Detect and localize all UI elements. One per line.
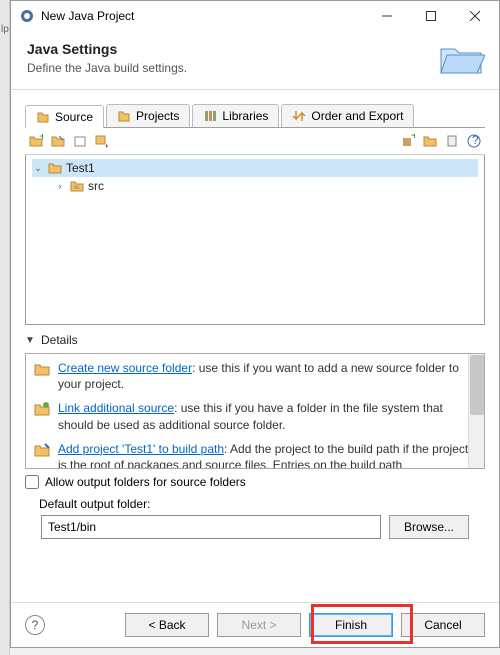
- tree-child-src[interactable]: › src: [54, 177, 478, 195]
- link-folder-button[interactable]: [49, 132, 67, 150]
- details-item: Create new source folder: use this if yo…: [34, 360, 476, 392]
- output-label: Default output folder:: [39, 497, 469, 511]
- project-icon: [48, 161, 62, 175]
- tab-order-export[interactable]: Order and Export: [281, 104, 414, 127]
- browse-button[interactable]: Browse...: [389, 515, 469, 539]
- details-toggle[interactable]: ▼ Details: [25, 333, 485, 347]
- cancel-button[interactable]: Cancel: [401, 613, 485, 637]
- tree-root[interactable]: ⌄ Test1: [32, 159, 478, 177]
- folder-plus-icon: [34, 361, 50, 377]
- minimize-button[interactable]: [365, 2, 409, 30]
- filter-button[interactable]: [443, 132, 461, 150]
- tab-source[interactable]: Source: [25, 105, 104, 128]
- tab-label: Libraries: [222, 109, 268, 123]
- add-to-buildpath-icon: [34, 442, 50, 458]
- tab-libraries[interactable]: Libraries: [192, 104, 279, 127]
- output-folder-input[interactable]: [41, 515, 381, 539]
- create-source-folder-link[interactable]: Create new source folder: [58, 361, 192, 375]
- page-title: Java Settings: [27, 41, 483, 57]
- help-button[interactable]: ?: [25, 615, 45, 635]
- tab-label: Order and Export: [311, 109, 403, 123]
- svg-text:?: ?: [472, 134, 479, 147]
- projects-icon: [117, 109, 131, 123]
- expander-icon[interactable]: ›: [54, 181, 66, 191]
- tab-label: Projects: [136, 109, 179, 123]
- libraries-icon: [203, 109, 217, 123]
- help-icon[interactable]: ?: [465, 132, 483, 150]
- close-button[interactable]: [453, 2, 497, 30]
- expander-icon[interactable]: ⌄: [32, 163, 44, 174]
- details-item: Add project 'Test1' to build path: Add t…: [34, 441, 476, 469]
- chevron-down-icon: ▼: [25, 335, 35, 346]
- source-icon: [36, 110, 50, 124]
- output-folder-button[interactable]: [421, 132, 439, 150]
- output-section: Default output folder: Browse...: [25, 497, 485, 539]
- details-section: ▼ Details Create new source folder: use …: [25, 333, 485, 469]
- add-to-buildpath-link[interactable]: Add project 'Test1' to build path: [58, 442, 224, 456]
- details-item: Link additional source: use this if you …: [34, 400, 476, 432]
- tab-projects[interactable]: Projects: [106, 104, 190, 127]
- tree-node-label: Test1: [66, 161, 95, 175]
- link-additional-source-link[interactable]: Link additional source: [58, 401, 174, 415]
- scroll-thumb[interactable]: [470, 355, 484, 415]
- tab-label: Source: [55, 110, 93, 124]
- folder-icon: [437, 37, 485, 80]
- order-icon: [292, 109, 306, 123]
- dialog-window: New Java Project Java Settings Define th…: [10, 0, 500, 648]
- edit-button[interactable]: [71, 132, 89, 150]
- page-subtitle: Define the Java build settings.: [27, 61, 483, 75]
- link-source-icon: [34, 401, 50, 417]
- back-button[interactable]: < Back: [125, 613, 209, 637]
- dropdown-button[interactable]: [93, 132, 111, 150]
- add-folder-button[interactable]: +: [27, 132, 45, 150]
- allow-output-checkbox[interactable]: [25, 475, 39, 489]
- source-toolbar: + + ?: [25, 128, 485, 155]
- details-title: Details: [41, 333, 78, 347]
- svg-text:+: +: [411, 134, 415, 142]
- maximize-button[interactable]: [409, 2, 453, 30]
- window-title: New Java Project: [41, 9, 365, 23]
- titlebar: New Java Project: [11, 1, 499, 31]
- allow-output-label: Allow output folders for source folders: [45, 475, 246, 489]
- scrollbar[interactable]: [468, 354, 484, 468]
- finish-button[interactable]: Finish: [309, 613, 393, 637]
- tab-bar: Source Projects Libraries Order and Expo…: [25, 104, 485, 128]
- tree-node-label: src: [88, 179, 104, 193]
- details-body: Create new source folder: use this if yo…: [25, 353, 485, 469]
- package-icon: [70, 179, 84, 193]
- source-tree[interactable]: ⌄ Test1 › src: [25, 155, 485, 325]
- wizard-header: Java Settings Define the Java build sett…: [11, 31, 499, 90]
- app-icon: [19, 8, 35, 24]
- allow-output-row: Allow output folders for source folders: [25, 475, 485, 489]
- new-package-button[interactable]: +: [399, 132, 417, 150]
- wizard-footer: ? < Back Next > Finish Cancel: [11, 602, 499, 647]
- next-button[interactable]: Next >: [217, 613, 301, 637]
- svg-text:+: +: [39, 134, 43, 143]
